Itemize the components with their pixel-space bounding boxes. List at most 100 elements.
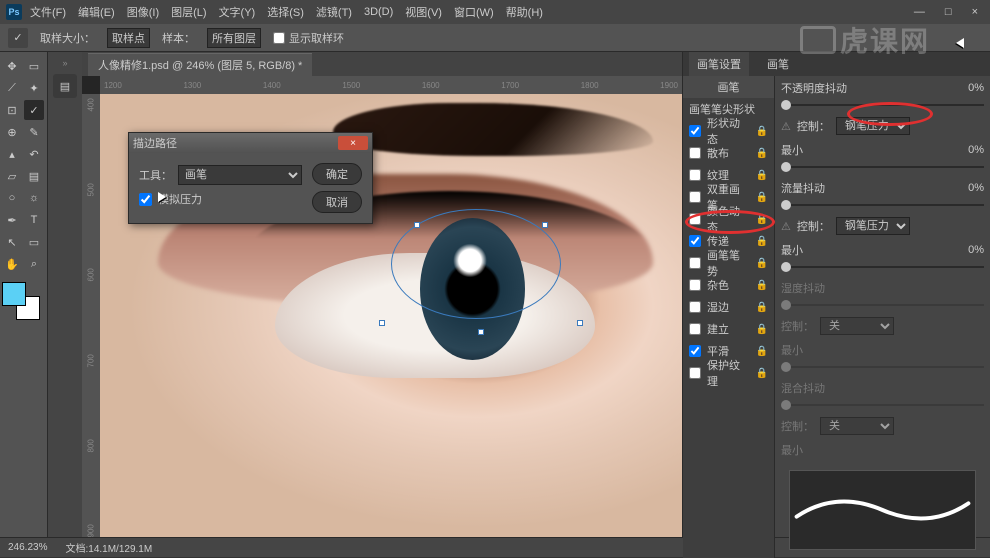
opacity-jitter-value[interactable]: 0% [948,82,984,94]
marquee-tool[interactable]: ▭ [24,56,44,76]
current-tool-icon[interactable]: ✓ [8,28,28,48]
brush-option-checkbox[interactable] [689,169,701,181]
menu-layer[interactable]: 图层(L) [167,2,210,22]
opacity-jitter-slider[interactable] [781,100,984,110]
history-brush-tool[interactable]: ↶ [24,144,44,164]
simulate-pressure-checkbox[interactable] [139,193,152,206]
min-slider[interactable] [781,162,984,172]
stamp-tool[interactable]: ▴ [2,144,22,164]
brush-option-row[interactable]: 画笔笔势🔒 [683,252,774,274]
brush-option-checkbox[interactable] [689,279,701,291]
min-value[interactable]: 0% [948,144,984,156]
maximize-button[interactable]: □ [939,4,958,20]
eraser-tool[interactable]: ▱ [2,166,22,186]
menu-image[interactable]: 图像(I) [123,2,163,22]
brush-option-row[interactable]: 湿边🔒 [683,296,774,318]
type-tool[interactable]: T [24,210,44,230]
flow-jitter-label: 流量抖动 [781,180,825,196]
brush-option-row[interactable]: 杂色🔒 [683,274,774,296]
menu-type[interactable]: 文字(Y) [215,2,260,22]
heal-tool[interactable]: ⊕ [2,122,22,142]
document-tab[interactable]: 人像精修1.psd @ 246% (图层 5, RGB/8) * [88,53,312,76]
color-swatches[interactable] [2,282,40,320]
menu-help[interactable]: 帮助(H) [502,2,547,22]
ok-button[interactable]: 确定 [312,163,362,185]
show-ring-input[interactable] [273,32,285,44]
dock-collapse-arrows[interactable]: » [62,58,67,68]
zoom-tool[interactable]: ⌕ [24,254,44,274]
ruler-vertical[interactable]: 400 500 600 700 800 900 [82,94,100,537]
zoom-level[interactable]: 246.23% [8,542,47,553]
crop-tool[interactable]: ⊡ [2,100,22,120]
move-tool[interactable]: ✥ [2,56,22,76]
sample-size-dropdown[interactable]: 取样点 [107,28,150,48]
brush-option-label: 建立 [707,321,729,337]
eyedropper-tool[interactable]: ✓ [24,100,44,120]
gradient-tool[interactable]: ▤ [24,166,44,186]
brush-option-checkbox[interactable] [689,345,701,357]
dialog-close-button[interactable]: × [338,136,368,150]
brush-option-row[interactable]: 散布🔒 [683,142,774,164]
brush-option-row[interactable]: 颜色动态🔒 [683,208,774,230]
brush-option-checkbox[interactable] [689,257,701,269]
path-anchor[interactable] [478,329,484,335]
path-select-tool[interactable]: ↖ [2,232,22,252]
path-anchor[interactable] [414,222,420,228]
menu-edit[interactable]: 编辑(E) [74,2,119,22]
menu-3d[interactable]: 3D(D) [360,4,397,20]
menu-filter[interactable]: 滤镜(T) [312,2,356,22]
blur-tool[interactable]: ○ [2,188,22,208]
minimize-button[interactable]: — [908,4,931,20]
menu-window[interactable]: 窗口(W) [450,2,498,22]
menu-view[interactable]: 视图(V) [401,2,446,22]
brush-option-checkbox[interactable] [689,147,701,159]
pen-tool[interactable]: ✒ [2,210,22,230]
close-window-button[interactable]: × [966,4,984,20]
path-anchor[interactable] [542,222,548,228]
brush-option-checkbox[interactable] [689,323,701,335]
brush-option-label: 散布 [707,145,729,161]
ruler-horizontal[interactable]: 1200 1300 1400 1500 1600 1700 1800 1900 [100,76,682,94]
brush-tool[interactable]: ✎ [24,122,44,142]
min-value-2[interactable]: 0% [948,244,984,256]
wand-tool[interactable]: ✦ [24,78,44,98]
brush-option-checkbox[interactable] [689,235,701,247]
ruler-tick: 1600 [422,81,440,90]
brush-option-row[interactable]: 形状动态🔒 [683,120,774,142]
min-slider-2[interactable] [781,262,984,272]
lasso-tool[interactable]: ⟋ [2,78,22,98]
path-anchor[interactable] [379,320,385,326]
brush-option-checkbox[interactable] [689,125,701,137]
shape-tool[interactable]: ▭ [24,232,44,252]
tab-brushes[interactable]: 画笔 [759,52,797,76]
brush-option-checkbox[interactable] [689,213,701,225]
brush-options-list: 画笔 画笔笔尖形状 形状动态🔒散布🔒纹理🔒双重画笔🔒颜色动态🔒传递🔒画笔笔势🔒杂… [683,76,775,558]
tab-brush-settings[interactable]: 画笔设置 [689,52,749,76]
brush-option-row[interactable]: 保护纹理🔒 [683,362,774,384]
tool-dropdown[interactable]: 画笔 [178,165,302,185]
lock-icon: 🔒 [756,346,768,357]
hand-tool[interactable]: ✋ [2,254,22,274]
min-slider-3 [781,362,984,372]
menu-file[interactable]: 文件(F) [26,2,70,22]
panel-body: 画笔 画笔笔尖形状 形状动态🔒散布🔒纹理🔒双重画笔🔒颜色动态🔒传递🔒画笔笔势🔒杂… [683,76,990,558]
sample-layers-dropdown[interactable]: 所有图层 [207,28,261,48]
control-dropdown[interactable]: 钢笔压力 [836,117,910,135]
brush-option-checkbox[interactable] [689,301,701,313]
flow-jitter-slider[interactable] [781,200,984,210]
brush-option-checkbox[interactable] [689,367,701,379]
show-ring-checkbox[interactable]: 显示取样环 [273,30,344,46]
menu-select[interactable]: 选择(S) [263,2,308,22]
dialog-titlebar[interactable]: 描边路径 × [129,133,372,153]
flow-jitter-value[interactable]: 0% [948,182,984,194]
ruler-tick: 800 [87,434,96,452]
collapsed-panel-button[interactable]: ▤ [53,74,77,98]
path-anchor[interactable] [577,320,583,326]
control-dropdown-2[interactable]: 钢笔压力 [836,217,910,235]
dodge-tool[interactable]: ☼ [24,188,44,208]
ruler-tick: 1300 [183,81,201,90]
brush-option-checkbox[interactable] [689,191,701,203]
brush-option-row[interactable]: 建立🔒 [683,318,774,340]
fg-color-swatch[interactable] [2,282,26,306]
cancel-button[interactable]: 取消 [312,191,362,213]
